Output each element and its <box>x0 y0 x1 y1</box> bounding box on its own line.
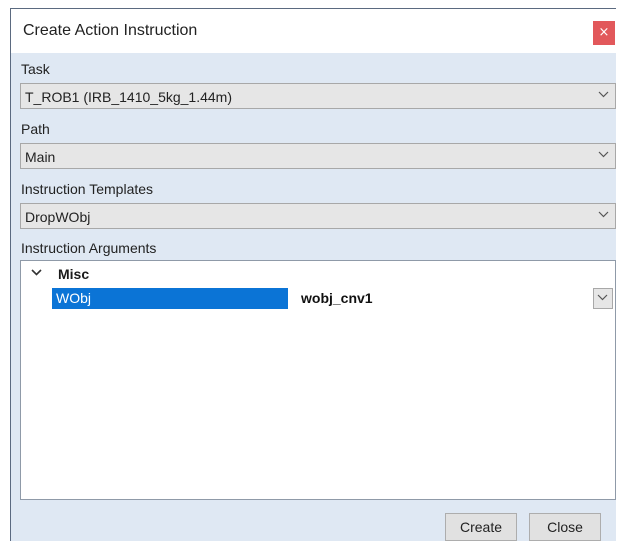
instruction-templates-label: Instruction Templates <box>21 181 154 197</box>
instruction-template-value: DropWObj <box>25 209 91 225</box>
instruction-arguments-label: Instruction Arguments <box>21 240 157 256</box>
close-icon: × <box>598 25 610 40</box>
path-dropdown[interactable]: Main <box>20 143 616 169</box>
path-value: Main <box>25 149 56 165</box>
task-value: T_ROB1 (IRB_1410_5kg_1.44m) <box>25 89 232 105</box>
argument-row-wobj[interactable]: WObj wobj_cnv1 <box>52 288 615 309</box>
task-dropdown[interactable]: T_ROB1 (IRB_1410_5kg_1.44m) <box>20 83 616 109</box>
chevron-down-icon <box>598 211 609 218</box>
argument-value[interactable]: wobj_cnv1 <box>301 290 373 306</box>
path-label: Path <box>21 121 50 137</box>
misc-group-label: Misc <box>58 266 90 282</box>
chevron-down-icon <box>598 91 609 98</box>
argument-value-dropdown-button[interactable] <box>593 288 613 309</box>
chevron-down-icon <box>597 294 608 301</box>
instruction-arguments-grid: Misc WObj wobj_cnv1 <box>20 260 616 500</box>
argument-name[interactable]: WObj <box>52 288 288 309</box>
chevron-down-icon <box>31 269 42 276</box>
close-window-button[interactable]: × <box>593 21 615 45</box>
create-action-instruction-dialog: Create Action Instruction × Task T_ROB1 … <box>10 8 616 541</box>
chevron-down-icon <box>598 151 609 158</box>
create-button[interactable]: Create <box>445 513 517 541</box>
title-bar: Create Action Instruction × <box>11 9 616 53</box>
dialog-title: Create Action Instruction <box>23 22 198 39</box>
instruction-templates-dropdown[interactable]: DropWObj <box>20 203 616 229</box>
close-button[interactable]: Close <box>529 513 601 541</box>
task-label: Task <box>21 61 50 77</box>
